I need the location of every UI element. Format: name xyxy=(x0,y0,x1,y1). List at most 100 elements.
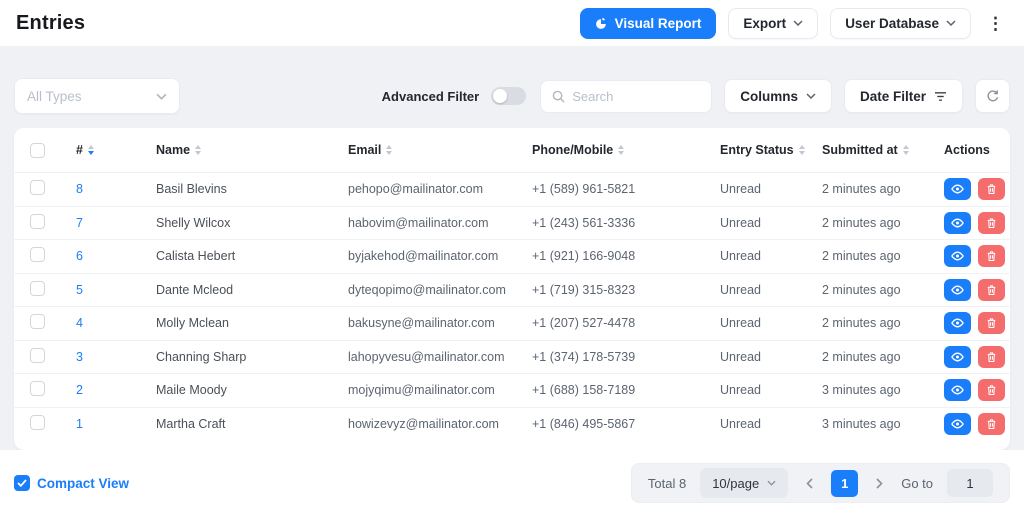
view-entry-button[interactable] xyxy=(944,312,971,335)
view-entry-button[interactable] xyxy=(944,245,971,268)
delete-entry-button[interactable] xyxy=(978,211,1005,234)
row-actions xyxy=(944,178,1010,201)
view-entry-button[interactable] xyxy=(944,379,971,402)
page-title: Entries xyxy=(16,11,86,34)
filter-actions: Advanced Filter Columns Date Filter xyxy=(382,79,1010,113)
page-header: Entries Visual Report Export User Databa… xyxy=(0,0,1024,46)
table-row: 5 Dante Mcleod dyteqopimo@mailinator.com… xyxy=(14,272,1010,307)
delete-entry-button[interactable] xyxy=(978,312,1005,335)
view-entry-button[interactable] xyxy=(944,412,971,435)
entry-email: mojyqimu@mailinator.com xyxy=(348,383,495,398)
total-count: Total 8 xyxy=(647,475,687,491)
select-all-checkbox[interactable] xyxy=(30,142,45,158)
row-checkbox[interactable] xyxy=(30,247,45,263)
row-checkbox[interactable] xyxy=(30,414,45,430)
row-actions xyxy=(944,345,1010,368)
entry-serial-link[interactable]: 6 xyxy=(76,249,83,263)
row-checkbox[interactable] xyxy=(30,381,45,397)
sort-carets-icon xyxy=(618,145,625,155)
entry-email: bakusyne@mailinator.com xyxy=(348,316,495,331)
table-row: 8 Basil Blevins pehopo@mailinator.com +1… xyxy=(14,172,1010,206)
entry-serial-link[interactable]: 3 xyxy=(76,350,83,364)
visual-report-button[interactable]: Visual Report xyxy=(579,7,717,39)
sort-carets-icon xyxy=(902,145,909,155)
row-checkbox[interactable] xyxy=(30,213,45,229)
date-filter-button[interactable]: Date Filter xyxy=(843,79,963,113)
entry-serial-link[interactable]: 5 xyxy=(76,283,83,297)
search-box xyxy=(540,79,713,113)
entry-submitted-at: 2 minutes ago xyxy=(822,349,901,364)
eye-icon xyxy=(951,419,964,429)
page-number-button[interactable]: 1 xyxy=(831,469,859,497)
delete-entry-button[interactable] xyxy=(978,178,1005,201)
row-actions xyxy=(944,412,1010,435)
eye-icon xyxy=(951,318,964,328)
view-entry-button[interactable] xyxy=(944,345,971,368)
trash-icon xyxy=(986,250,997,262)
columns-button[interactable]: Columns xyxy=(724,79,832,113)
table-body: 8 Basil Blevins pehopo@mailinator.com +1… xyxy=(14,172,1010,440)
column-header-email[interactable]: Email xyxy=(348,143,532,157)
previous-page-button[interactable] xyxy=(802,476,817,491)
trash-icon xyxy=(986,183,997,195)
delete-entry-button[interactable] xyxy=(978,412,1005,435)
delete-entry-button[interactable] xyxy=(978,379,1005,402)
advanced-filter-label: Advanced Filter xyxy=(381,88,480,104)
entry-email: habovim@mailinator.com xyxy=(348,215,489,230)
search-input[interactable] xyxy=(572,88,701,104)
view-entry-button[interactable] xyxy=(944,278,971,301)
next-page-button[interactable] xyxy=(872,476,887,491)
delete-entry-button[interactable] xyxy=(978,345,1005,368)
row-checkbox[interactable] xyxy=(30,280,45,296)
pie-chart-icon xyxy=(595,17,608,30)
trash-icon xyxy=(986,351,997,363)
chevron-down-icon xyxy=(946,20,956,26)
entry-serial-link[interactable]: 4 xyxy=(76,316,83,330)
trash-icon xyxy=(986,418,997,430)
column-header-serial[interactable]: # xyxy=(76,143,156,157)
trash-icon xyxy=(986,217,997,229)
row-actions xyxy=(944,245,1010,268)
compact-view-checkbox[interactable]: Compact View xyxy=(14,475,129,491)
chevron-left-icon xyxy=(806,477,813,489)
goto-page-input[interactable] xyxy=(947,469,993,497)
column-header-submitted-at[interactable]: Submitted at xyxy=(822,143,944,157)
column-header-entry-status[interactable]: Entry Status xyxy=(720,143,822,157)
column-header-phone[interactable]: Phone/Mobile xyxy=(532,143,720,157)
page-size-select[interactable]: 10/page xyxy=(700,468,789,498)
entry-name: Dante Mcleod xyxy=(156,282,234,297)
search-icon xyxy=(552,90,565,103)
refresh-button[interactable] xyxy=(975,79,1010,113)
trash-icon xyxy=(986,384,997,396)
user-database-button[interactable]: User Database xyxy=(830,7,971,39)
column-header-name[interactable]: Name xyxy=(156,143,348,157)
table-row: 1 Martha Craft howizevyz@mailinator.com … xyxy=(14,406,1010,441)
export-button[interactable]: Export xyxy=(728,7,819,39)
sort-carets-icon xyxy=(195,145,202,155)
goto-label: Go to xyxy=(901,475,933,491)
form-type-select[interactable]: All Types xyxy=(14,78,180,114)
entry-submitted-at: 2 minutes ago xyxy=(822,215,901,230)
view-entry-button[interactable] xyxy=(944,178,971,201)
more-options-button[interactable]: ⋮ xyxy=(983,13,1008,34)
entry-serial-link[interactable]: 2 xyxy=(76,383,83,397)
chevron-down-icon xyxy=(767,480,776,486)
chevron-down-icon xyxy=(793,20,803,26)
trash-icon xyxy=(986,284,997,296)
entry-phone: +1 (374) 178-5739 xyxy=(532,349,636,364)
entry-serial-link[interactable]: 1 xyxy=(76,417,83,431)
sort-carets-icon xyxy=(386,145,393,155)
delete-entry-button[interactable] xyxy=(978,245,1005,268)
row-checkbox[interactable] xyxy=(30,347,45,363)
entry-serial-link[interactable]: 8 xyxy=(76,182,83,196)
row-checkbox[interactable] xyxy=(30,314,45,330)
delete-entry-button[interactable] xyxy=(978,278,1005,301)
row-checkbox[interactable] xyxy=(30,180,45,196)
pagination: Total 8 10/page 1 Go to xyxy=(630,463,1010,503)
view-entry-button[interactable] xyxy=(944,211,971,234)
eye-icon xyxy=(951,218,964,228)
table-row: 6 Calista Hebert byjakehod@mailinator.co… xyxy=(14,239,1010,273)
advanced-filter-toggle[interactable] xyxy=(491,87,527,105)
entry-serial-link[interactable]: 7 xyxy=(76,216,83,230)
entry-status: Unread xyxy=(720,316,761,331)
